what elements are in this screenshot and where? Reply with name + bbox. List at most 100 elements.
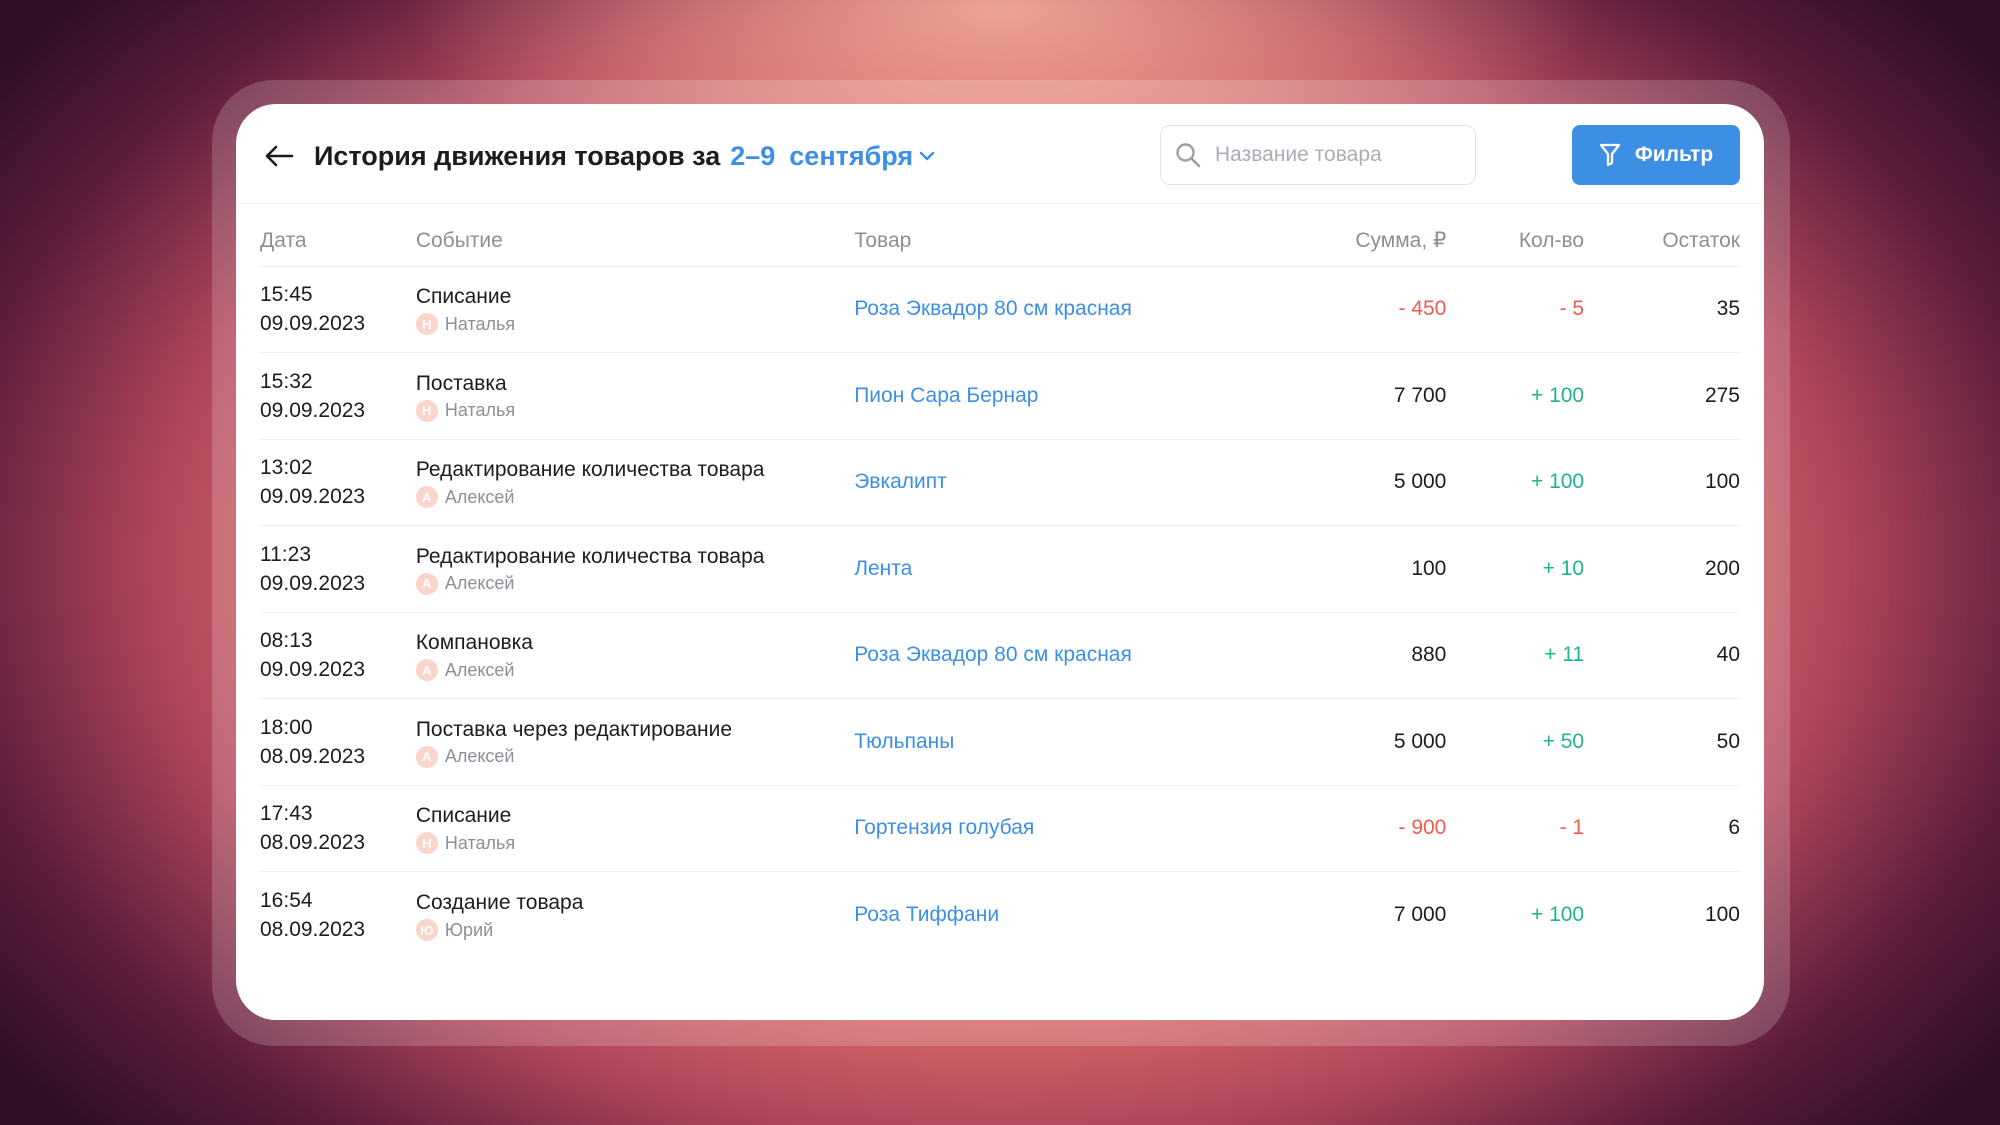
event-title: Поставка [415, 371, 507, 395]
user-name: Алексей [444, 659, 515, 680]
event-title: Редактирование количества товара [415, 458, 765, 482]
qty-cell: + 10 [1446, 525, 1585, 613]
column-header-event[interactable]: Событие [415, 216, 855, 267]
date-cell: 08:13 09.09.2023 [260, 612, 416, 699]
product-link[interactable]: Роза Тиффани [854, 903, 999, 926]
date-cell: 13:02 09.09.2023 [260, 439, 416, 526]
sum-cell: 5 000 [1252, 439, 1447, 526]
user-name: Алексей [444, 486, 515, 507]
qty-cell: - 5 [1446, 266, 1585, 353]
filter-button[interactable]: Фильтр [1572, 125, 1740, 185]
product-cell: Тюльпаны [854, 698, 1253, 786]
event-user: А Алексей [415, 745, 854, 768]
product-link[interactable]: Эвкалипт [854, 470, 947, 493]
sum-cell: 7 700 [1252, 352, 1447, 440]
table-row[interactable]: 18:00 08.09.2023 Поставка через редактиров… [260, 698, 1740, 786]
history-card: История движения товаров за 2–9 сентября… [236, 104, 1764, 1020]
date-cell: 11:23 09.09.2023 [260, 525, 416, 613]
date-cell: 15:45 09.09.2023 [260, 266, 416, 353]
avatar: А [415, 659, 438, 682]
avatar: Ю [415, 919, 438, 941]
column-header-sum[interactable]: Сумма, ₽ [1252, 216, 1447, 267]
search-icon [1176, 143, 1201, 168]
rest-cell: 35 [1584, 266, 1740, 353]
product-link[interactable]: Роза Эквадор 80 см красная [854, 297, 1132, 320]
qty-cell: + 100 [1530, 903, 1585, 926]
event-cell: Создание товара Ю Юрий [415, 872, 854, 959]
page-title: История движения товаров за 2–9 сентября [314, 136, 935, 176]
product-cell: Пион Сара Бернар [854, 352, 1253, 440]
search-field[interactable] [1160, 125, 1476, 185]
row-date: 08.09.2023 [260, 918, 366, 941]
table-row[interactable]: 17:43 08.09.2023 Списание Н Наталья Гортензия… [260, 785, 1740, 872]
row-date: 09.09.2023 [260, 398, 366, 422]
rest-cell: 200 [1584, 525, 1740, 613]
product-link[interactable]: Пион Сара Бернар [854, 384, 1038, 407]
sum-cell: 7 000 [1393, 903, 1447, 926]
event-title: Компановка [415, 631, 533, 655]
column-header-qty[interactable]: Кол-во [1446, 216, 1585, 267]
month-dropdown[interactable]: сентября [789, 141, 935, 172]
product-link[interactable]: Роза Эквадор 80 см красная [854, 643, 1132, 666]
column-header-product[interactable]: Товар [854, 216, 1253, 267]
row-time: 15:45 [260, 283, 313, 307]
search-input[interactable] [1215, 143, 1465, 167]
product-link[interactable]: Гортензия голубая [854, 816, 1034, 839]
table-row[interactable]: 08:13 09.09.2023 Компановка А Алексей Роза Эк… [260, 612, 1740, 699]
product-cell: Роза Эквадор 80 см красная [854, 266, 1253, 353]
table-row[interactable]: 15:45 09.09.2023 Списание Н Наталья Роза Эква… [260, 266, 1740, 353]
row-time: 17:43 [260, 802, 313, 826]
table-header-row: Дата Событие Товар Сумма, ₽ Кол-во Остат… [260, 216, 1740, 267]
column-header-date[interactable]: Дата [260, 216, 416, 267]
avatar: Н [415, 399, 438, 422]
event-cell: Списание Н Наталья [415, 785, 855, 872]
sum-cell: 880 [1252, 612, 1447, 699]
event-user: А Алексей [415, 659, 854, 682]
column-header-rest[interactable]: Остаток [1584, 216, 1740, 267]
month-label: сентября [789, 140, 914, 171]
product-link[interactable]: Лента [854, 557, 912, 580]
product-link[interactable]: Тюльпаны [854, 730, 954, 753]
rest-cell: 6 [1584, 785, 1740, 872]
table-row[interactable]: 11:23 09.09.2023 Редактирование количества… [260, 525, 1740, 613]
rest-cell: 100 [1584, 439, 1740, 526]
filter-icon [1599, 143, 1620, 167]
event-user: Н Наталья [415, 832, 854, 855]
date-cell: 15:32 09.09.2023 [260, 352, 416, 440]
event-cell: Поставка Н Наталья [415, 352, 855, 440]
rest-cell: 100 [1704, 903, 1740, 926]
product-cell: Гортензия голубая [854, 785, 1253, 872]
table-row[interactable]: 13:02 09.09.2023 Редактирование количества… [260, 439, 1740, 526]
row-date: 09.09.2023 [260, 485, 366, 509]
avatar: Н [415, 313, 438, 336]
event-title: Списание [415, 804, 512, 828]
date-range[interactable]: 2–9 [730, 141, 775, 172]
event-user: Н Наталья [415, 313, 854, 336]
event-title: Создание товара [415, 891, 584, 914]
row-date: 09.09.2023 [260, 312, 366, 336]
event-cell: Компановка А Алексей [415, 612, 855, 699]
table-row[interactable]: 15:32 09.09.2023 Поставка Н Наталья Пион Сара… [260, 352, 1740, 440]
avatar: А [415, 572, 438, 595]
qty-cell: - 1 [1446, 785, 1585, 872]
title-text: История движения товаров за [314, 140, 721, 171]
qty-cell: + 100 [1446, 352, 1585, 440]
qty-cell: + 11 [1446, 612, 1585, 699]
product-cell: Лента [854, 525, 1253, 613]
qty-cell: + 50 [1446, 698, 1585, 786]
back-button[interactable] [262, 139, 296, 173]
row-time: 15:32 [260, 369, 313, 393]
user-name: Алексей [444, 573, 515, 594]
user-name: Наталья [444, 832, 516, 853]
user-name: Алексей [444, 746, 515, 767]
avatar: Н [415, 832, 438, 855]
table-row[interactable]: 16:54 08.09.2023 Создание товара Ю Юрий Роза … [260, 872, 1740, 959]
event-user: А Алексей [415, 486, 854, 509]
avatar: А [415, 745, 438, 768]
date-cell: 16:54 08.09.2023 [260, 872, 416, 959]
row-date: 09.09.2023 [260, 658, 366, 682]
header: История движения товаров за 2–9 сентября… [236, 104, 1764, 204]
chevron-down-icon [919, 151, 935, 161]
row-time: 11:23 [260, 542, 311, 566]
avatar: А [415, 486, 438, 509]
